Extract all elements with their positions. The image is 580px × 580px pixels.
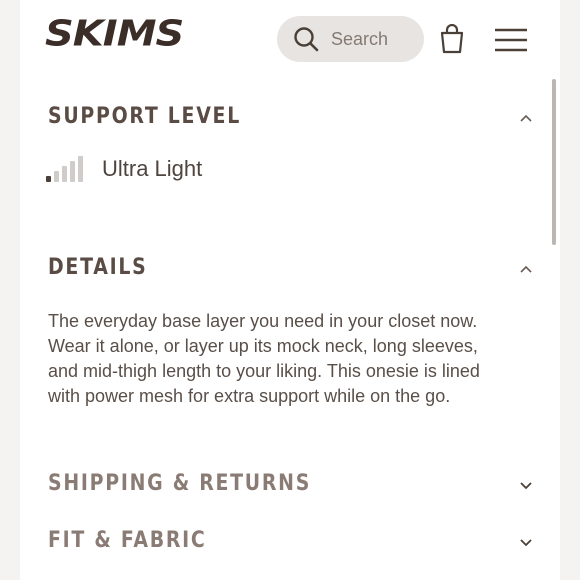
search-label: Search <box>331 28 389 49</box>
right-margin-band <box>560 0 580 580</box>
support-bar-2 <box>54 171 59 182</box>
search-button[interactable]: Search <box>277 16 424 62</box>
chevron-up-icon[interactable] <box>519 264 533 274</box>
shipping-returns-heading[interactable]: SHIPPING & RETURNS <box>48 471 311 496</box>
support-level-heading[interactable]: SUPPORT LEVEL <box>48 104 241 129</box>
support-level-indicator: Ultra Light <box>46 154 202 184</box>
search-icon <box>294 27 319 52</box>
support-level-value: Ultra Light <box>102 156 203 181</box>
fit-fabric-heading[interactable]: FIT & FABRIC <box>48 528 206 553</box>
support-bar-5 <box>78 156 83 182</box>
chevron-up-icon[interactable] <box>519 113 533 123</box>
support-bar-1 <box>46 176 51 182</box>
details-description: The everyday base layer you need in your… <box>48 311 480 406</box>
chevron-down-icon[interactable] <box>519 538 533 548</box>
shopping-bag-icon[interactable] <box>439 24 465 54</box>
details-heading[interactable]: DETAILS <box>48 255 147 280</box>
vertical-scrollbar[interactable] <box>552 79 556 245</box>
hamburger-menu-icon[interactable] <box>495 27 527 53</box>
site-header: SKIMS Search <box>20 0 560 80</box>
chevron-down-icon[interactable] <box>519 481 533 491</box>
support-level-bars <box>46 156 83 182</box>
support-bar-3 <box>62 166 67 182</box>
left-margin-band <box>0 0 20 580</box>
support-bar-4 <box>70 161 75 182</box>
skims-logo[interactable]: SKIMS <box>45 14 184 54</box>
